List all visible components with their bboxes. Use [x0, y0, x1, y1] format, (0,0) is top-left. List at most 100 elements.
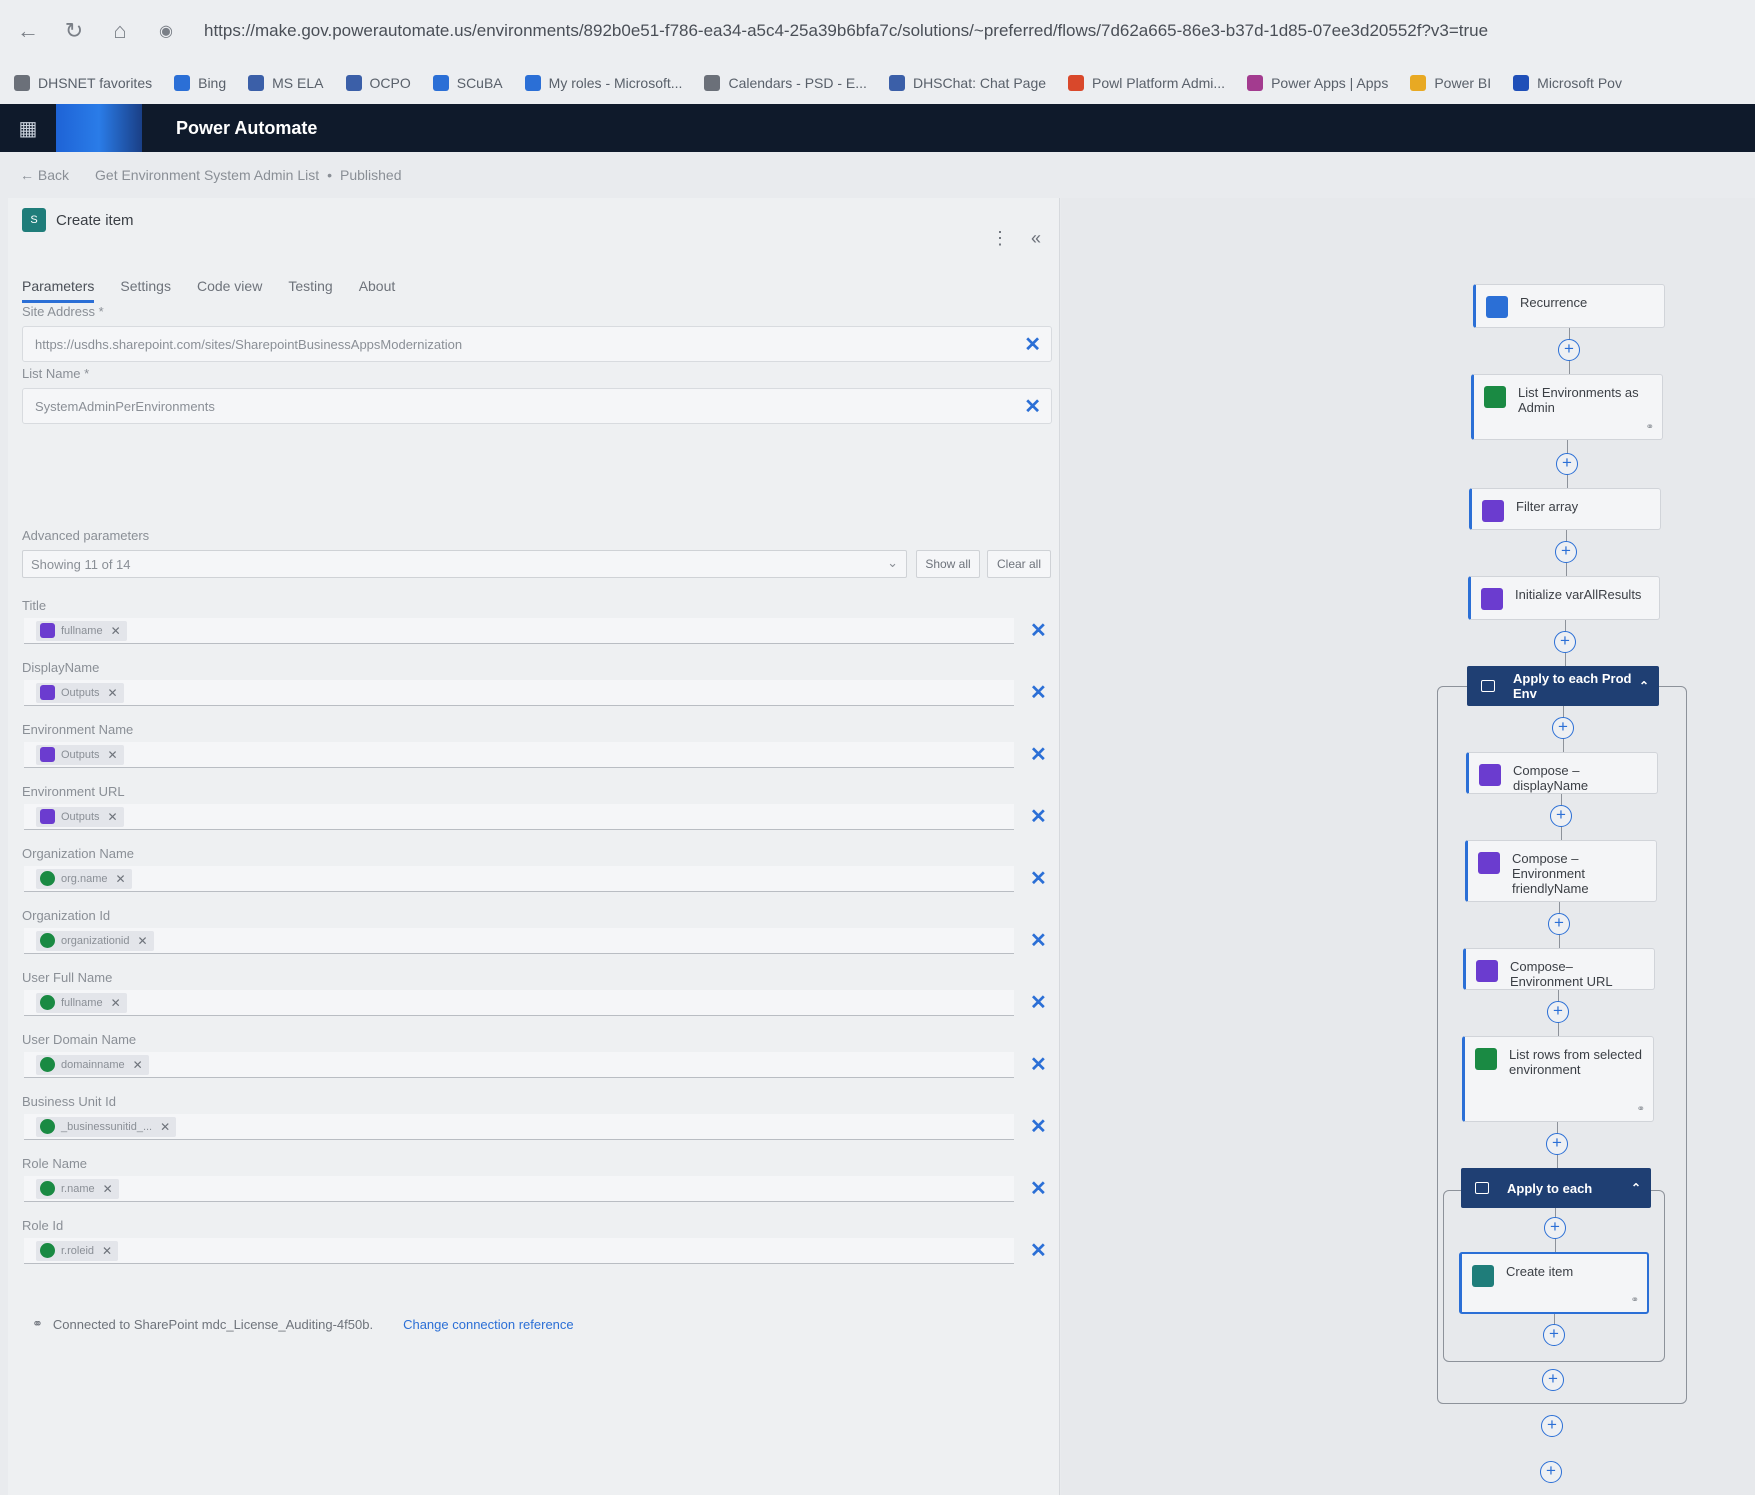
favorite-link[interactable]: SCuBA: [432, 75, 503, 91]
dynamic-content-token[interactable]: Outputs ✕: [36, 806, 124, 827]
apply-to-each-prod-env-header[interactable]: Apply to each Prod Env ⌃: [1467, 666, 1659, 706]
clear-icon[interactable]: ✕: [1030, 990, 1047, 1015]
back-arrow-icon[interactable]: ←: [10, 13, 46, 49]
favorite-link[interactable]: DHSChat: Chat Page: [888, 75, 1046, 91]
remove-token-icon[interactable]: ✕: [108, 748, 118, 762]
remove-token-icon[interactable]: ✕: [103, 1182, 113, 1196]
initialize-var-node[interactable]: Initialize varAllResults: [1468, 576, 1660, 620]
site-address-field[interactable]: https://usdhs.sharepoint.com/sites/Share…: [22, 326, 1052, 362]
dynamic-content-token[interactable]: org.name ✕: [36, 868, 132, 889]
compose-friendlyname-node[interactable]: Compose – Environment friendlyName: [1465, 840, 1657, 902]
clear-icon[interactable]: ✕: [1030, 742, 1047, 767]
add-step-icon[interactable]: +: [1540, 1461, 1562, 1483]
remove-token-icon[interactable]: ✕: [108, 686, 118, 700]
tab-parameters[interactable]: Parameters: [22, 278, 95, 303]
panel-title[interactable]: Create item: [56, 212, 134, 229]
collapse-panel-icon[interactable]: «: [1031, 228, 1041, 249]
favorite-link[interactable]: MS ELA: [248, 75, 324, 91]
remove-token-icon[interactable]: ✕: [138, 934, 148, 948]
dynamic-content-token[interactable]: r.name ✕: [36, 1178, 119, 1199]
url-input[interactable]: https://make.gov.powerautomate.us/enviro…: [204, 21, 1724, 41]
show-all-button[interactable]: Show all: [916, 550, 980, 578]
tab-testing[interactable]: Testing: [288, 278, 332, 303]
clear-icon[interactable]: ✕: [1030, 1052, 1047, 1077]
parameter-input[interactable]: fullname ✕: [24, 990, 1014, 1016]
add-step-icon[interactable]: +: [1541, 1415, 1563, 1437]
clear-icon[interactable]: ✕: [1030, 866, 1047, 891]
favorite-link[interactable]: Microsoft Pov: [1513, 75, 1622, 91]
dynamic-content-token[interactable]: organizationid ✕: [36, 930, 154, 951]
clear-icon[interactable]: ✕: [1030, 1238, 1047, 1263]
app-title[interactable]: Power Automate: [176, 118, 317, 139]
back-link[interactable]: Back: [38, 167, 69, 183]
list-environments-node[interactable]: List Environments as Admin ⚭: [1471, 374, 1663, 440]
apply-to-each-header[interactable]: Apply to each ⌃: [1461, 1168, 1651, 1208]
add-step-icon[interactable]: +: [1543, 1324, 1565, 1346]
home-icon[interactable]: ⌂: [102, 13, 138, 49]
remove-token-icon[interactable]: ✕: [108, 810, 118, 824]
favorite-link[interactable]: Powl Platform Admi...: [1068, 75, 1225, 91]
add-step-icon[interactable]: +: [1556, 453, 1578, 475]
app-launcher-icon[interactable]: ▦: [0, 104, 56, 152]
recurrence-node[interactable]: Recurrence: [1473, 284, 1665, 328]
tab-settings[interactable]: Settings: [120, 278, 171, 303]
advanced-parameters-dropdown[interactable]: Showing 11 of 14 ⌄: [22, 550, 907, 578]
compose-displayname-node[interactable]: Compose – displayName: [1466, 752, 1658, 794]
filter-array-node[interactable]: Filter array: [1469, 488, 1661, 530]
favorite-link[interactable]: Calendars - PSD - E...: [704, 75, 867, 91]
parameter-input[interactable]: Outputs ✕: [24, 742, 1014, 768]
add-step-icon[interactable]: +: [1546, 1133, 1568, 1155]
clear-icon[interactable]: ✕: [1030, 1114, 1047, 1139]
dynamic-content-token[interactable]: domainname ✕: [36, 1054, 149, 1075]
add-step-icon[interactable]: +: [1544, 1217, 1566, 1239]
remove-token-icon[interactable]: ✕: [111, 996, 121, 1010]
add-step-icon[interactable]: +: [1548, 913, 1570, 935]
add-step-icon[interactable]: +: [1547, 1001, 1569, 1023]
clear-icon[interactable]: ✕: [1024, 332, 1041, 357]
add-step-icon[interactable]: +: [1550, 805, 1572, 827]
clear-icon[interactable]: ✕: [1030, 618, 1047, 643]
parameter-input[interactable]: Outputs ✕: [24, 804, 1014, 830]
parameter-input[interactable]: Outputs ✕: [24, 680, 1014, 706]
favorite-link[interactable]: Power Apps | Apps: [1247, 75, 1388, 91]
dynamic-content-token[interactable]: fullname ✕: [36, 620, 127, 641]
parameter-input[interactable]: domainname ✕: [24, 1052, 1014, 1078]
list-rows-node[interactable]: List rows from selected environment ⚭: [1462, 1036, 1654, 1122]
remove-token-icon[interactable]: ✕: [102, 1244, 112, 1258]
parameter-input[interactable]: organizationid ✕: [24, 928, 1014, 954]
chevron-up-icon[interactable]: ⌃: [1639, 679, 1649, 693]
clear-all-button[interactable]: Clear all: [987, 550, 1051, 578]
flow-canvas[interactable]: Recurrence List Environments as Admin ⚭ Fil…: [1061, 198, 1755, 1495]
dynamic-content-token[interactable]: r.roleid ✕: [36, 1240, 119, 1261]
favorite-link[interactable]: Bing: [174, 75, 226, 91]
remove-token-icon[interactable]: ✕: [111, 624, 121, 638]
add-step-icon[interactable]: +: [1554, 631, 1576, 653]
list-name-field[interactable]: SystemAdminPerEnvironments ✕: [22, 388, 1052, 424]
parameter-input[interactable]: fullname ✕: [24, 618, 1014, 644]
add-step-icon[interactable]: +: [1542, 1369, 1564, 1391]
more-icon[interactable]: ⋮: [991, 228, 1009, 249]
favorite-link[interactable]: My roles - Microsoft...: [524, 75, 682, 91]
dynamic-content-token[interactable]: _businessunitid_... ✕: [36, 1116, 177, 1137]
favorite-link[interactable]: DHSNET favorites: [14, 75, 152, 91]
chevron-up-icon[interactable]: ⌃: [1631, 1181, 1641, 1195]
dynamic-content-token[interactable]: Outputs ✕: [36, 744, 124, 765]
favorite-link[interactable]: Power BI: [1410, 75, 1491, 91]
clear-icon[interactable]: ✕: [1030, 928, 1047, 953]
refresh-icon[interactable]: ↻: [56, 13, 92, 49]
add-step-icon[interactable]: +: [1552, 717, 1574, 739]
tab-about[interactable]: About: [359, 278, 396, 303]
remove-token-icon[interactable]: ✕: [115, 872, 125, 886]
change-connection-link[interactable]: Change connection reference: [403, 1317, 574, 1332]
parameter-input[interactable]: _businessunitid_... ✕: [24, 1114, 1014, 1140]
remove-token-icon[interactable]: ✕: [133, 1058, 143, 1072]
favorite-link[interactable]: OCPO: [345, 75, 411, 91]
create-item-node[interactable]: Create item ⚭: [1459, 1252, 1649, 1314]
dynamic-content-token[interactable]: fullname ✕: [36, 992, 127, 1013]
add-step-icon[interactable]: +: [1555, 541, 1577, 563]
parameter-input[interactable]: r.name ✕: [24, 1176, 1014, 1202]
tab-code-view[interactable]: Code view: [197, 278, 262, 303]
back-arrow-icon[interactable]: ←: [20, 167, 38, 183]
clear-icon[interactable]: ✕: [1030, 1176, 1047, 1201]
parameter-input[interactable]: r.roleid ✕: [24, 1238, 1014, 1264]
